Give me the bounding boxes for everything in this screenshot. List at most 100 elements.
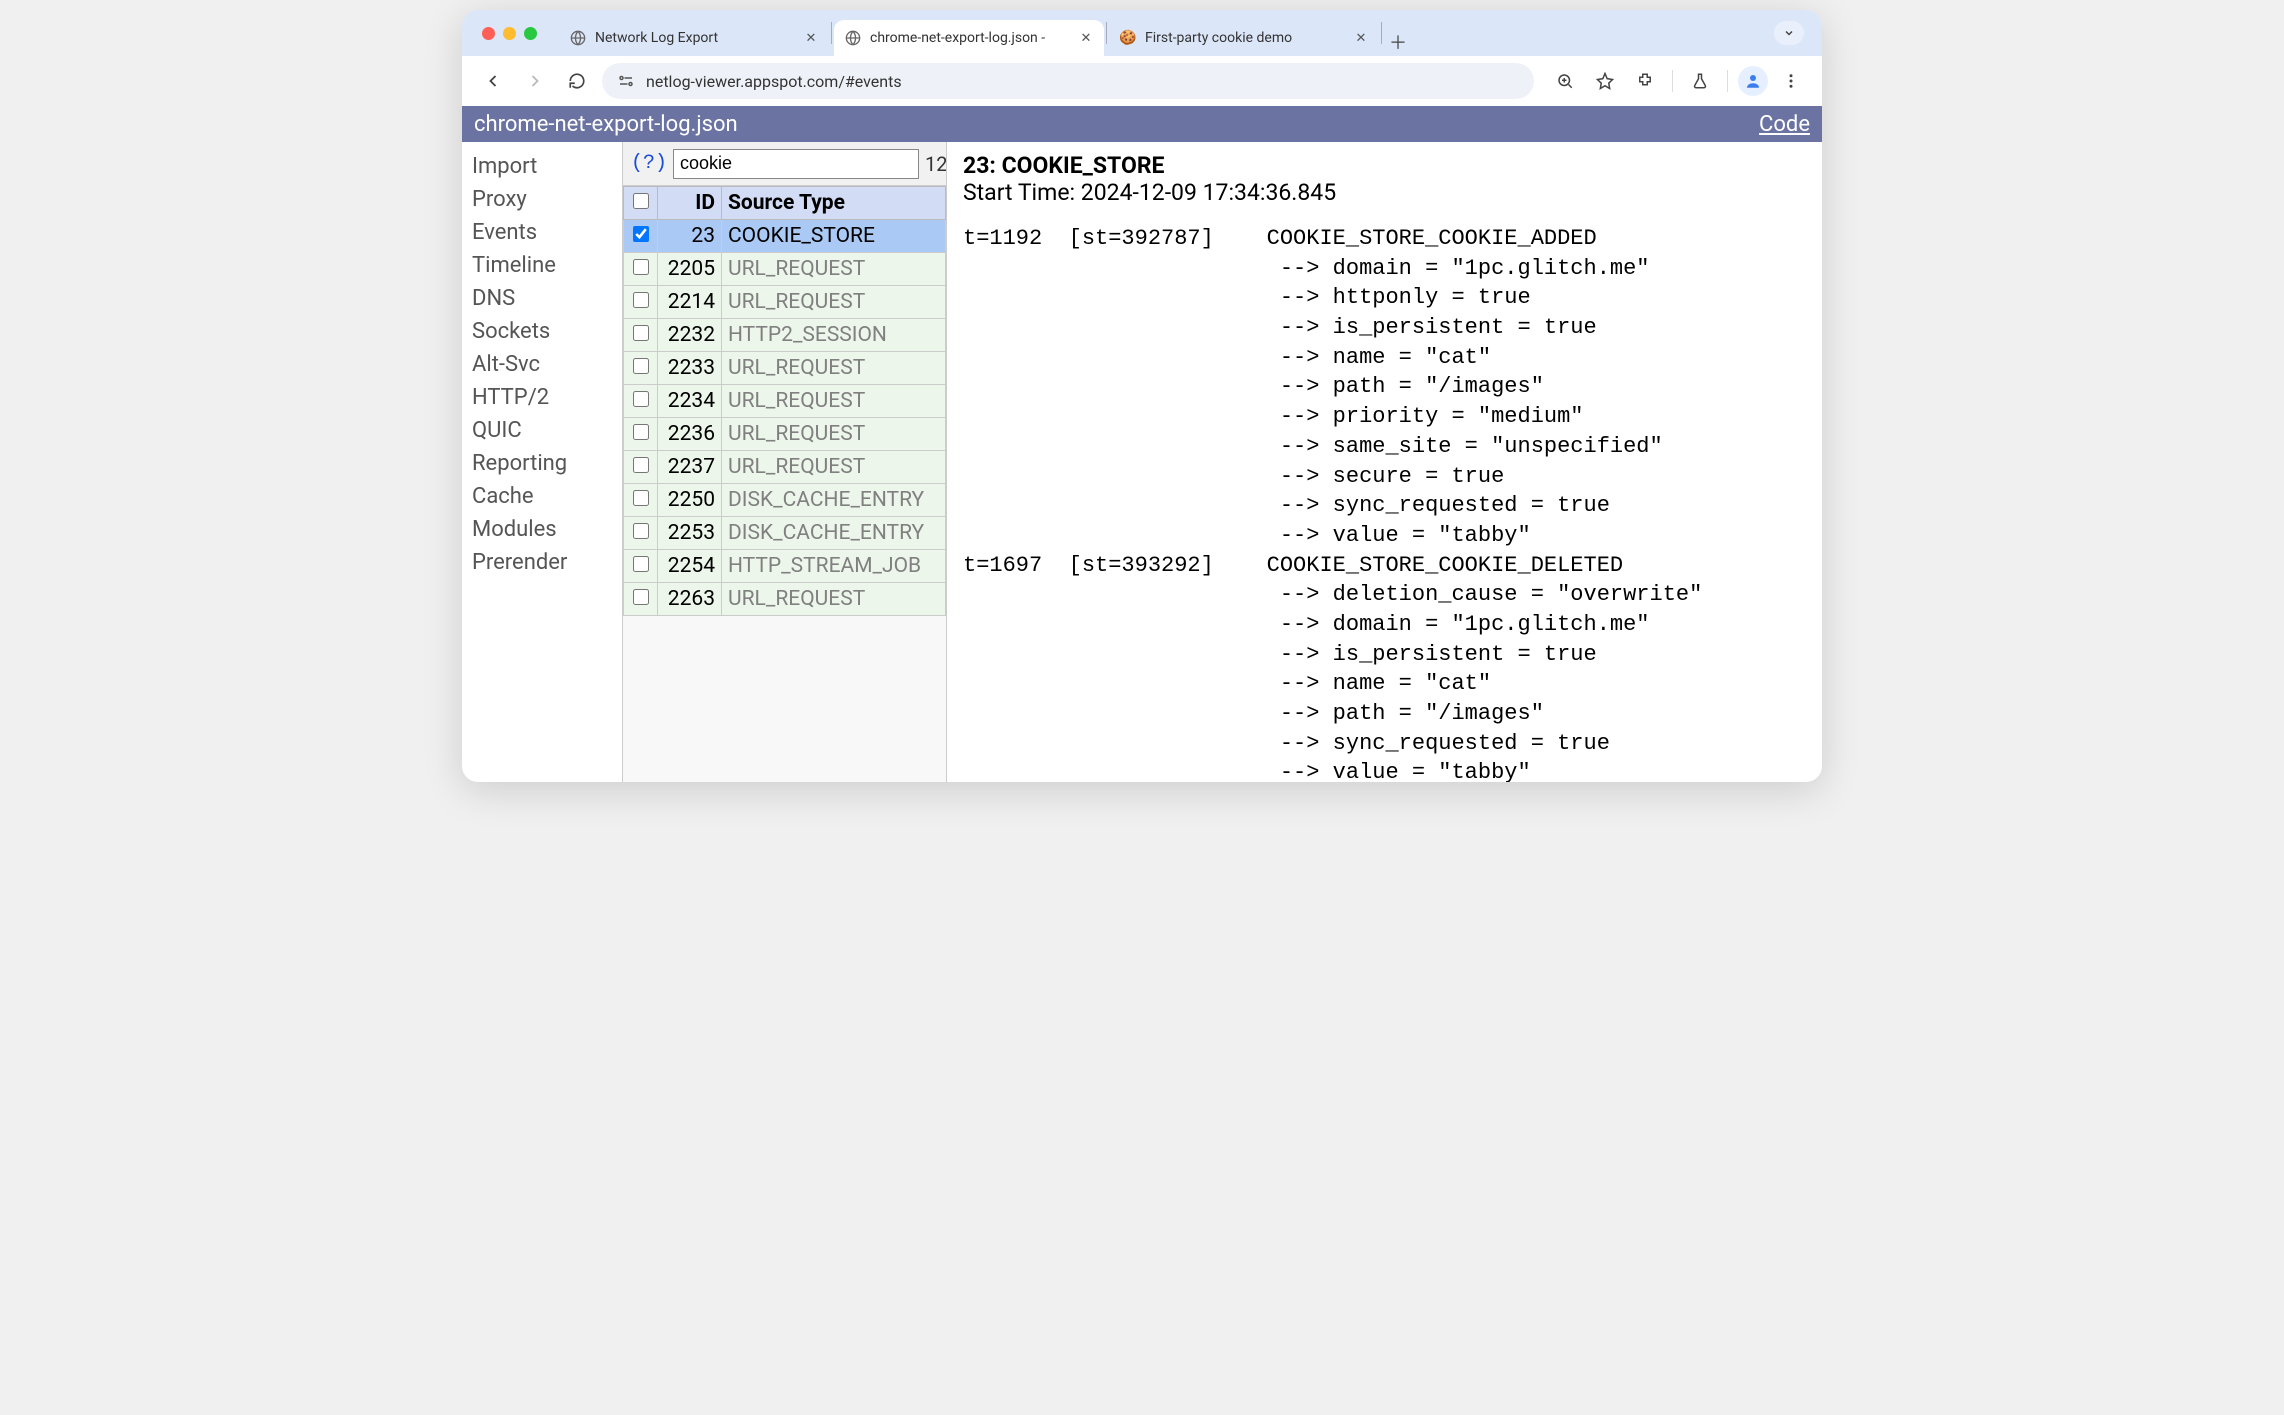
site-settings-icon[interactable] xyxy=(616,71,636,91)
column-header-source[interactable]: Source Type xyxy=(722,187,946,220)
row-checkbox[interactable] xyxy=(633,292,649,308)
row-checkbox[interactable] xyxy=(633,358,649,374)
filter-input[interactable] xyxy=(673,149,919,179)
minimize-window-button[interactable] xyxy=(503,27,516,40)
tab-separator xyxy=(1381,22,1382,44)
table-row[interactable]: 2234URL_REQUEST xyxy=(624,385,946,418)
address-bar[interactable]: netlog-viewer.appspot.com/#events xyxy=(602,63,1534,99)
toolbar-divider xyxy=(1727,70,1728,92)
sidebar-item-prerender[interactable]: Prerender xyxy=(470,546,614,579)
app-header: chrome-net-export-log.json Code xyxy=(462,106,1822,142)
table-row[interactable]: 2237URL_REQUEST xyxy=(624,451,946,484)
row-checkbox[interactable] xyxy=(633,490,649,506)
table-row[interactable]: 2214URL_REQUEST xyxy=(624,286,946,319)
labs-icon[interactable] xyxy=(1683,64,1717,98)
table-row[interactable]: 2236URL_REQUEST xyxy=(624,418,946,451)
detail-title: 23: COOKIE_STORE xyxy=(963,152,1806,179)
row-source-type: URL_REQUEST xyxy=(722,253,946,286)
tab-network-log-export[interactable]: Network Log Export ✕ xyxy=(559,20,829,56)
sidebar-item-events[interactable]: Events xyxy=(470,216,614,249)
column-header-id[interactable]: ID xyxy=(658,187,722,220)
new-tab-button[interactable]: ＋ xyxy=(1384,28,1412,56)
menu-button[interactable] xyxy=(1774,64,1808,98)
table-row[interactable]: 2263URL_REQUEST xyxy=(624,583,946,616)
events-list-panel: (?) 12 of 69 ID Source Type 23COOKIE_STO… xyxy=(622,142,947,782)
code-link[interactable]: Code xyxy=(1759,112,1810,137)
sidebar-item-sockets[interactable]: Sockets xyxy=(470,315,614,348)
row-id: 2254 xyxy=(658,550,722,583)
event-detail-panel: 23: COOKIE_STORE Start Time: 2024-12-09 … xyxy=(947,142,1822,782)
row-id: 2214 xyxy=(658,286,722,319)
row-source-type: COOKIE_STORE xyxy=(722,220,946,253)
row-checkbox[interactable] xyxy=(633,424,649,440)
forward-button[interactable] xyxy=(518,64,552,98)
table-row[interactable]: 2232HTTP2_SESSION xyxy=(624,319,946,352)
tab-first-party-cookie-demo[interactable]: 🍪 First-party cookie demo ✕ xyxy=(1109,20,1379,56)
table-row[interactable]: 2205URL_REQUEST xyxy=(624,253,946,286)
tab-title: First-party cookie demo xyxy=(1145,30,1345,46)
close-window-button[interactable] xyxy=(482,27,495,40)
sidebar-item-modules[interactable]: Modules xyxy=(470,513,614,546)
bookmark-icon[interactable] xyxy=(1588,64,1622,98)
row-id: 2205 xyxy=(658,253,722,286)
row-checkbox[interactable] xyxy=(633,391,649,407)
table-row[interactable]: 2233URL_REQUEST xyxy=(624,352,946,385)
globe-icon xyxy=(844,29,862,47)
sidebar-item-proxy[interactable]: Proxy xyxy=(470,183,614,216)
sidebar-item-reporting[interactable]: Reporting xyxy=(470,447,614,480)
sidebar-item-quic[interactable]: QUIC xyxy=(470,414,614,447)
reload-button[interactable] xyxy=(560,64,594,98)
sidebar-item-cache[interactable]: Cache xyxy=(470,480,614,513)
sidebar-nav: Import Proxy Events Timeline DNS Sockets… xyxy=(462,142,622,782)
tab-netlog-viewer[interactable]: chrome-net-export-log.json - ✕ xyxy=(834,20,1104,56)
table-row[interactable]: 2250DISK_CACHE_ENTRY xyxy=(624,484,946,517)
row-checkbox[interactable] xyxy=(633,325,649,341)
row-source-type: URL_REQUEST xyxy=(722,583,946,616)
sidebar-item-alt-svc[interactable]: Alt-Svc xyxy=(470,348,614,381)
row-source-type: URL_REQUEST xyxy=(722,451,946,484)
row-checkbox[interactable] xyxy=(633,589,649,605)
profile-button[interactable] xyxy=(1738,66,1768,96)
maximize-window-button[interactable] xyxy=(524,27,537,40)
tabstrip-right xyxy=(1774,21,1812,45)
back-button[interactable] xyxy=(476,64,510,98)
row-checkbox[interactable] xyxy=(633,556,649,572)
table-row[interactable]: 2253DISK_CACHE_ENTRY xyxy=(624,517,946,550)
tab-separator xyxy=(831,22,832,44)
filter-help-link[interactable]: (?) xyxy=(631,152,667,175)
sidebar-item-timeline[interactable]: Timeline xyxy=(470,249,614,282)
loaded-filename: chrome-net-export-log.json xyxy=(474,112,738,137)
tab-strip: Network Log Export ✕ chrome-net-export-l… xyxy=(462,10,1822,56)
extensions-icon[interactable] xyxy=(1628,64,1662,98)
row-id: 2233 xyxy=(658,352,722,385)
row-checkbox[interactable] xyxy=(633,523,649,539)
sidebar-item-dns[interactable]: DNS xyxy=(470,282,614,315)
sidebar-item-http2[interactable]: HTTP/2 xyxy=(470,381,614,414)
select-all-checkbox[interactable] xyxy=(633,193,649,209)
close-tab-icon[interactable]: ✕ xyxy=(803,30,819,46)
events-table: ID Source Type 23COOKIE_STORE2205URL_REQ… xyxy=(623,186,946,616)
sidebar-item-import[interactable]: Import xyxy=(470,150,614,183)
content-area: Import Proxy Events Timeline DNS Sockets… xyxy=(462,142,1822,782)
row-source-type: URL_REQUEST xyxy=(722,286,946,319)
filter-count: 12 of 69 xyxy=(925,152,947,176)
zoom-icon[interactable] xyxy=(1548,64,1582,98)
tab-separator xyxy=(1106,22,1107,44)
row-checkbox[interactable] xyxy=(633,226,649,242)
detail-start-time: Start Time: 2024-12-09 17:34:36.845 xyxy=(963,179,1806,206)
row-checkbox[interactable] xyxy=(633,457,649,473)
close-tab-icon[interactable]: ✕ xyxy=(1078,30,1094,46)
table-row[interactable]: 23COOKIE_STORE xyxy=(624,220,946,253)
tab-search-button[interactable] xyxy=(1774,21,1804,45)
filter-bar: (?) 12 of 69 xyxy=(623,142,946,186)
row-source-type: HTTP_STREAM_JOB xyxy=(722,550,946,583)
window-controls xyxy=(482,27,537,40)
close-tab-icon[interactable]: ✕ xyxy=(1353,30,1369,46)
row-id: 2232 xyxy=(658,319,722,352)
row-id: 2237 xyxy=(658,451,722,484)
table-row[interactable]: 2254HTTP_STREAM_JOB xyxy=(624,550,946,583)
row-checkbox[interactable] xyxy=(633,259,649,275)
row-id: 23 xyxy=(658,220,722,253)
row-id: 2236 xyxy=(658,418,722,451)
globe-icon xyxy=(569,29,587,47)
